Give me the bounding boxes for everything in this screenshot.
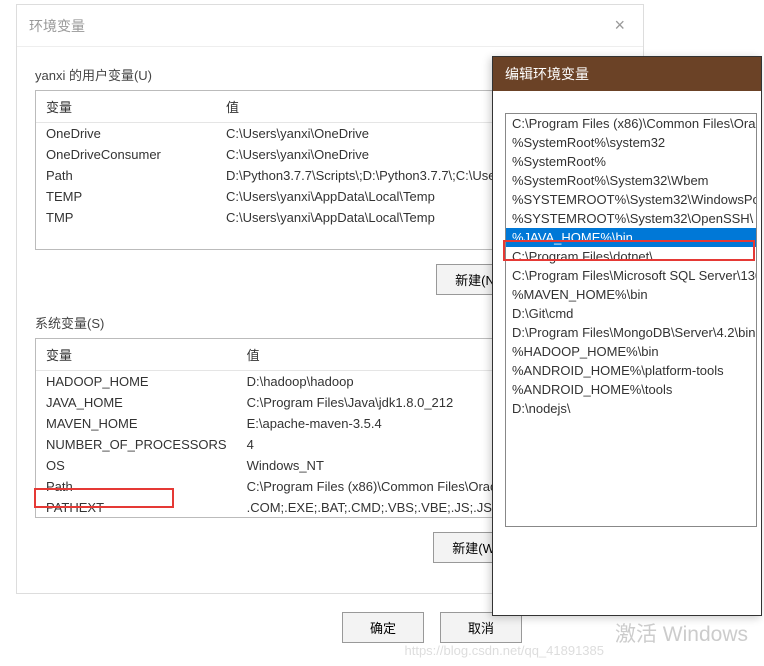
var-name: NUMBER_OF_PROCESSORS — [36, 434, 237, 455]
list-item[interactable]: D:\Git\cmd — [506, 304, 756, 323]
list-item[interactable]: D:\Program Files\MongoDB\Server\4.2\bin — [506, 323, 756, 342]
var-name: PATHEXT — [36, 497, 237, 518]
col-variable[interactable]: 变量 — [36, 339, 237, 371]
list-item[interactable]: C:\Program Files\dotnet\ — [506, 247, 756, 266]
edit-dialog-title: 编辑环境变量 — [493, 57, 761, 91]
list-item[interactable]: %SYSTEMROOT%\System32\WindowsPowerS — [506, 190, 756, 209]
var-name: HADOOP_HOME — [36, 371, 237, 393]
var-name: TMP — [36, 207, 216, 228]
blog-watermark: https://blog.csdn.net/qq_41891385 — [405, 643, 605, 658]
list-item[interactable]: %HADOOP_HOME%\bin — [506, 342, 756, 361]
var-name: JAVA_HOME — [36, 392, 237, 413]
list-item[interactable]: %ANDROID_HOME%\tools — [506, 380, 756, 399]
var-name: OneDriveConsumer — [36, 144, 216, 165]
edit-env-var-dialog: 编辑环境变量 C:\Program Files (x86)\Common Fil… — [492, 56, 762, 616]
dialog-title: 环境变量 — [29, 16, 85, 36]
windows-activation-watermark: 激活 Windows — [615, 618, 748, 648]
list-item[interactable]: C:\Program Files\Microsoft SQL Server\13… — [506, 266, 756, 285]
var-name: MAVEN_HOME — [36, 413, 237, 434]
var-name: OneDrive — [36, 123, 216, 145]
list-item[interactable]: C:\Program Files (x86)\Common Files\Orac… — [506, 114, 756, 133]
col-variable[interactable]: 变量 — [36, 91, 216, 123]
path-list[interactable]: C:\Program Files (x86)\Common Files\Orac… — [505, 113, 757, 527]
list-item[interactable]: D:\nodejs\ — [506, 399, 756, 418]
titlebar: 环境变量 × — [17, 5, 643, 47]
cancel-button[interactable]: 取消 — [440, 612, 522, 643]
list-item[interactable]: %SystemRoot%\System32\Wbem — [506, 171, 756, 190]
var-name: Path — [36, 165, 216, 186]
list-item[interactable]: %ANDROID_HOME%\platform-tools — [506, 361, 756, 380]
dialog-bottom-buttons: 确定 取消 — [342, 612, 522, 643]
list-item[interactable]: %JAVA_HOME%\bin — [506, 228, 756, 247]
list-item[interactable]: %SYSTEMROOT%\System32\OpenSSH\ — [506, 209, 756, 228]
var-name: TEMP — [36, 186, 216, 207]
list-item[interactable]: %SystemRoot%\system32 — [506, 133, 756, 152]
list-item[interactable]: %MAVEN_HOME%\bin — [506, 285, 756, 304]
var-name: OS — [36, 455, 237, 476]
list-item[interactable]: %SystemRoot% — [506, 152, 756, 171]
var-name: Path — [36, 476, 237, 497]
ok-button[interactable]: 确定 — [342, 612, 424, 643]
close-icon[interactable]: × — [608, 15, 631, 36]
